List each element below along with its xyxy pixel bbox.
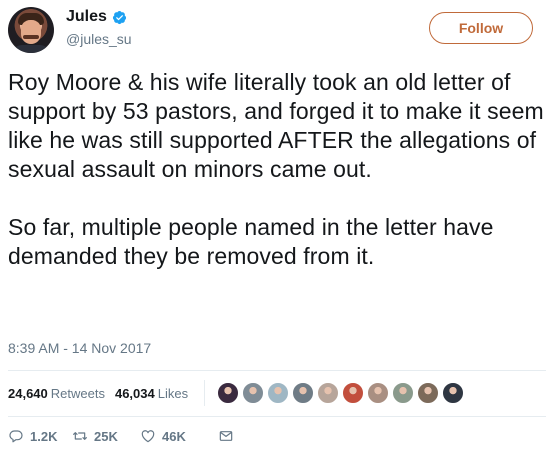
author-handle[interactable]: @jules_su xyxy=(66,31,132,47)
retweet-count: 25K xyxy=(94,428,118,444)
display-name-row: Jules xyxy=(66,8,132,26)
direct-message-button[interactable] xyxy=(218,428,240,444)
liker-avatar-10[interactable] xyxy=(442,382,465,404)
author-name-block: Jules @jules_su xyxy=(66,8,132,47)
stats-separator xyxy=(204,380,206,406)
like-button[interactable]: 46K xyxy=(140,428,218,444)
retweet-button[interactable]: 25K xyxy=(72,428,140,444)
liker-avatar-3[interactable] xyxy=(267,382,290,404)
avatar-shirt xyxy=(12,45,50,53)
likes-stat[interactable]: 46,034 Likes xyxy=(115,386,188,401)
divider xyxy=(8,416,546,417)
retweets-label: Retweets xyxy=(50,385,105,401)
liker-avatar-6[interactable] xyxy=(342,382,365,404)
liker-avatar-1[interactable] xyxy=(217,382,240,404)
liker-avatars xyxy=(217,382,467,404)
liker-avatar-8[interactable] xyxy=(392,382,415,404)
avatar-mustache xyxy=(23,35,39,39)
follow-button[interactable]: Follow xyxy=(429,12,533,44)
liker-avatar-4[interactable] xyxy=(292,382,315,404)
retweet-icon xyxy=(73,432,87,440)
retweets-count: 24,640 xyxy=(8,385,48,401)
verified-badge-icon xyxy=(112,10,127,25)
tweet-stats: 24,640 Retweets 46,034 Likes xyxy=(8,378,467,408)
retweets-stat[interactable]: 24,640 Retweets xyxy=(8,386,105,401)
reply-icon xyxy=(9,430,23,443)
heart-icon xyxy=(141,430,155,443)
liker-avatar-5[interactable] xyxy=(317,382,340,404)
avatar-face xyxy=(21,20,41,44)
reply-count: 1.2K xyxy=(30,428,58,444)
likes-count: 46,034 xyxy=(114,385,155,401)
tweet-paragraph: Roy Moore & his wife literally took an o… xyxy=(8,69,544,182)
author-avatar[interactable] xyxy=(8,7,54,53)
divider xyxy=(8,370,546,371)
likes-label: Likes xyxy=(157,385,189,401)
reply-button[interactable]: 1.2K xyxy=(8,428,72,444)
liker-avatar-2[interactable] xyxy=(242,382,265,404)
author-display-name[interactable]: Jules xyxy=(66,8,107,26)
like-count: 46K xyxy=(162,428,186,444)
direct-message-icon xyxy=(219,431,233,441)
tweet-actions: 1.2K 25K 46K xyxy=(8,428,240,444)
tweet-paragraph: So far, multiple people named in the let… xyxy=(8,214,494,269)
liker-avatar-9[interactable] xyxy=(417,382,440,404)
tweet-card: Jules @jules_su Follow Roy Moore & his w… xyxy=(0,0,554,470)
tweet-timestamp[interactable]: 8:39 AM - 14 Nov 2017 xyxy=(8,340,151,356)
tweet-text: Roy Moore & his wife literally took an o… xyxy=(8,68,548,271)
liker-avatar-7[interactable] xyxy=(367,382,390,404)
